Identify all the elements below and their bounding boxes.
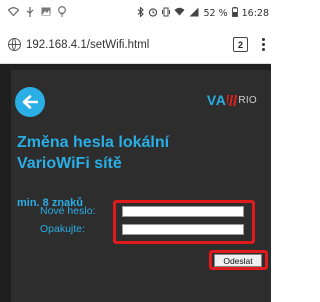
url-text[interactable]: 192.168.4.1/setWifi.html [26,39,233,51]
tab-count-button[interactable]: 2 [233,37,248,52]
bluetooth-icon [137,5,145,20]
battery-icon [231,6,238,20]
confirm-password-label: Opakujte: [40,223,85,235]
globe-icon [8,38,21,51]
usb-icon [26,6,34,20]
wifi-signal-icon [174,7,185,19]
new-password-row: Nové heslo: [40,205,244,217]
new-password-label: Nové heslo: [40,205,96,217]
title-line-1: Změna hesla lokální [17,134,170,151]
vario-logo: VA RIO [207,92,257,108]
content-panel: VA RIO Změna hesla lokální VarioWiFi sít… [11,70,271,302]
arrow-left-icon [22,95,38,109]
new-password-input[interactable] [122,205,244,217]
page-title: Změna hesla lokální VarioWiFi sítě [17,132,257,174]
status-bar-right: 52 % 16:28 [137,5,269,20]
title-line-2: VarioWiFi sítě [17,155,122,172]
logo-text: VA [206,92,227,108]
clock: 16:28 [241,7,269,19]
confirm-password-input[interactable] [122,223,244,235]
back-button[interactable] [15,87,45,117]
logo-stripes-icon [227,94,238,106]
wifi-icon [7,7,20,19]
alarm-icon [148,7,158,20]
logo-suffix: RIO [238,94,257,106]
image-icon [41,7,51,19]
confirm-password-row: Opakujte: [40,223,244,235]
battery-percent: 52 % [203,7,228,19]
send-button[interactable]: Odeslat [214,254,262,267]
address-bar[interactable]: 192.168.4.1/setWifi.html 2 [0,26,271,64]
status-bar: 52 % 16:28 [0,0,271,26]
lightbulb-icon [58,6,66,20]
vibrate-icon [162,7,171,20]
cellular-signal-icon [189,7,199,20]
status-bar-left [7,6,66,20]
overflow-menu-icon[interactable] [262,38,265,51]
